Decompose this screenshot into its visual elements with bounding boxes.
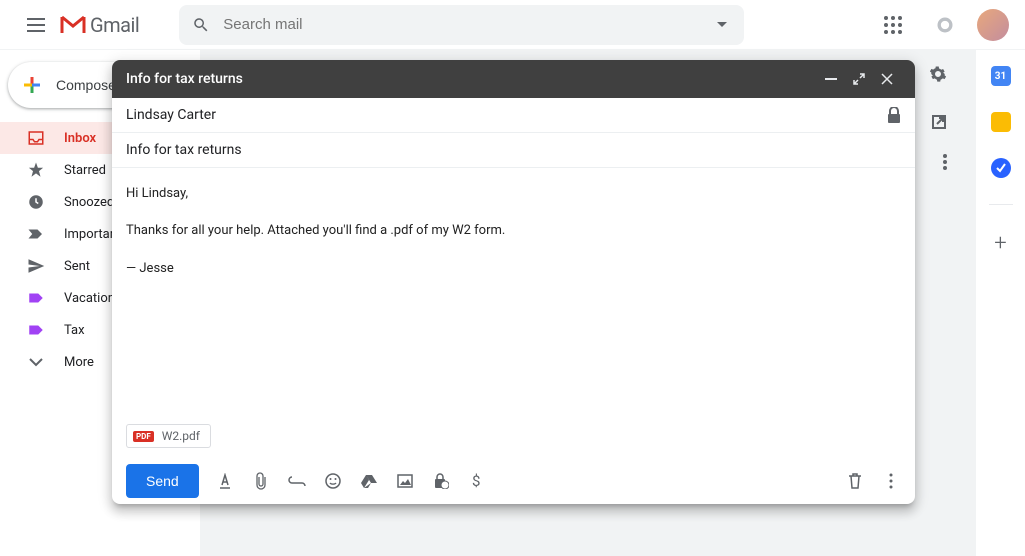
sidebar-item-label: Sent [64, 259, 90, 274]
main-menu-button[interactable] [16, 5, 56, 45]
attachment-filename: W2.pdf [162, 429, 200, 443]
expand-icon [853, 73, 865, 85]
sidebar-item-label: Tax [64, 323, 85, 338]
search-input[interactable] [213, 16, 710, 33]
bell-icon [935, 15, 955, 35]
sidebar-item-label: Inbox [64, 131, 96, 146]
header-right [873, 5, 1009, 45]
notifications-button[interactable] [925, 5, 965, 45]
sidebar-item-label: Starred [64, 163, 106, 178]
subject-row[interactable]: Info for tax returns [112, 133, 915, 168]
compose-footer: Send $ [112, 458, 915, 504]
insert-photo-button[interactable] [395, 471, 415, 491]
minimize-icon [825, 78, 837, 80]
insert-drive-button[interactable] [359, 471, 379, 491]
attachments-area: PDF W2.pdf [112, 422, 915, 458]
svg-text:$: $ [472, 473, 480, 489]
send-button[interactable]: Send [126, 464, 199, 498]
confidential-mode-button[interactable] [431, 471, 451, 491]
emoji-icon [325, 473, 341, 489]
gear-icon [929, 65, 947, 83]
chevron-down-icon [26, 352, 46, 372]
compose-title: Info for tax returns [126, 71, 817, 87]
photo-icon [397, 474, 413, 488]
link-icon [288, 476, 306, 486]
get-addons-button[interactable]: + [994, 231, 1006, 256]
settings-button[interactable] [929, 65, 947, 83]
formatting-options-button[interactable] [215, 471, 235, 491]
gmail-logo[interactable]: Gmail [60, 13, 139, 37]
plus-icon [20, 73, 44, 97]
sidebar-item-label: Vacation [64, 291, 115, 306]
more-actions-button[interactable] [943, 154, 947, 170]
insert-money-button[interactable]: $ [467, 471, 487, 491]
minimize-button[interactable] [817, 65, 845, 93]
popout-icon [931, 114, 947, 130]
close-button[interactable] [873, 65, 901, 93]
body-line: — Jesse [126, 257, 901, 280]
side-panel: 31 + [975, 50, 1025, 556]
compose-body[interactable]: Hi Lindsay, Thanks for all your help. At… [112, 168, 915, 422]
important-icon [26, 224, 46, 244]
body-line: Hi Lindsay, [126, 182, 901, 205]
tasks-addon[interactable] [991, 158, 1011, 178]
hamburger-icon [27, 18, 45, 32]
open-new-window-button[interactable] [931, 114, 947, 130]
fullscreen-button[interactable] [845, 65, 873, 93]
app-header: Gmail [0, 0, 1025, 50]
insert-link-button[interactable] [287, 471, 307, 491]
recipients-row[interactable]: Lindsay Carter [112, 98, 915, 133]
pdf-badge-icon: PDF [133, 431, 154, 442]
sidebar-item-label: More [64, 355, 94, 370]
attach-file-button[interactable] [251, 471, 271, 491]
label-icon [26, 320, 46, 340]
calendar-day-number: 31 [995, 71, 1006, 82]
insert-emoji-button[interactable] [323, 471, 343, 491]
search-options-dropdown[interactable] [710, 13, 734, 37]
gmail-wordmark: Gmail [90, 13, 139, 37]
sidebar-item-label: Snoozed [64, 195, 114, 210]
send-icon [26, 256, 46, 276]
confidential-mode-icon[interactable] [887, 107, 901, 123]
search-icon [189, 13, 213, 37]
label-icon [26, 288, 46, 308]
kebab-icon [889, 473, 893, 489]
body-line: Thanks for all your help. Attached you'l… [126, 219, 901, 242]
lock-clock-icon [433, 473, 449, 489]
account-avatar[interactable] [977, 9, 1009, 41]
compose-label: Compose [56, 77, 116, 93]
subject-text[interactable]: Info for tax returns [126, 142, 242, 158]
calendar-addon[interactable]: 31 [991, 66, 1011, 86]
recipient-chip[interactable]: Lindsay Carter [126, 107, 216, 123]
attachment-chip[interactable]: PDF W2.pdf [126, 424, 211, 448]
compose-dialog: Info for tax returns Lindsay Carter Info… [112, 60, 915, 504]
text-format-icon [218, 473, 232, 489]
clock-icon [26, 192, 46, 212]
kebab-icon [943, 154, 947, 170]
apps-grid-icon [884, 16, 902, 34]
inbox-icon [26, 128, 46, 148]
paperclip-icon [255, 472, 267, 490]
gmail-m-icon [60, 15, 86, 35]
discard-draft-button[interactable] [845, 471, 865, 491]
star-icon [26, 160, 46, 180]
google-apps-button[interactable] [873, 5, 913, 45]
search-box[interactable] [179, 5, 744, 45]
more-options-button[interactable] [881, 471, 901, 491]
keep-addon[interactable] [991, 112, 1011, 132]
compose-header[interactable]: Info for tax returns [112, 60, 915, 98]
dollar-icon: $ [472, 473, 482, 489]
drive-icon [361, 474, 377, 488]
close-icon [881, 73, 893, 85]
trash-icon [848, 473, 862, 489]
